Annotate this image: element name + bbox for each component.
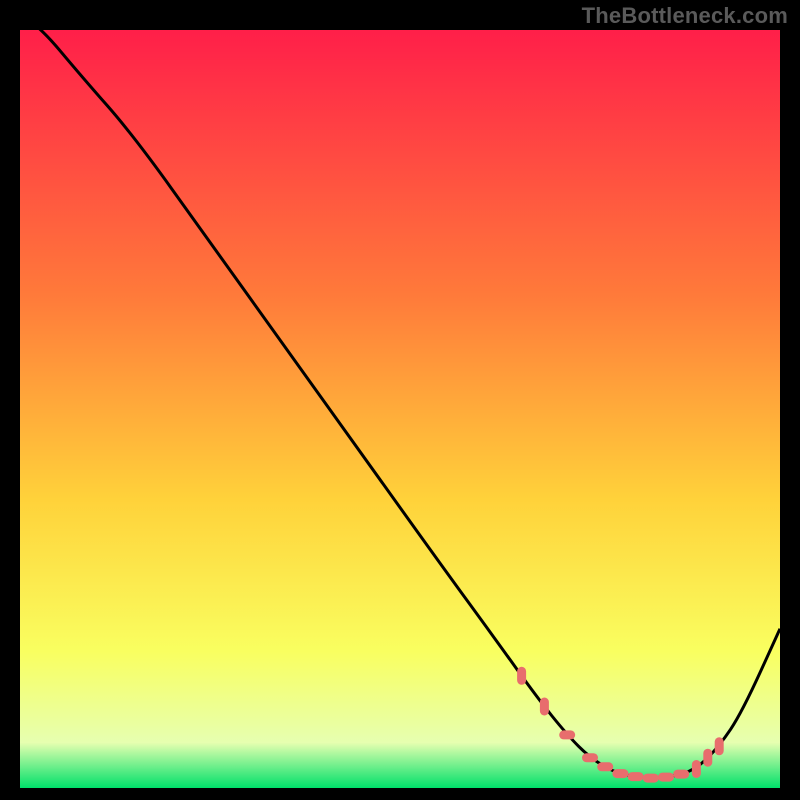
curve-dot (643, 774, 659, 783)
watermark-text: TheBottleneck.com (582, 3, 788, 29)
curve-dot (715, 737, 724, 755)
curve-dot (703, 749, 712, 767)
plot-frame (20, 30, 780, 788)
bottleneck-chart (20, 30, 780, 788)
curve-dot (582, 753, 598, 762)
curve-dot (517, 667, 526, 685)
curve-dot (540, 698, 549, 716)
curve-dot (559, 730, 575, 739)
curve-dot (597, 762, 613, 771)
curve-dot (612, 769, 628, 778)
chart-background-gradient (20, 30, 780, 788)
curve-dot (692, 760, 701, 778)
curve-dot (628, 772, 644, 781)
chart-outer: TheBottleneck.com (0, 0, 800, 800)
curve-dot (673, 770, 689, 779)
curve-dot (658, 773, 674, 782)
